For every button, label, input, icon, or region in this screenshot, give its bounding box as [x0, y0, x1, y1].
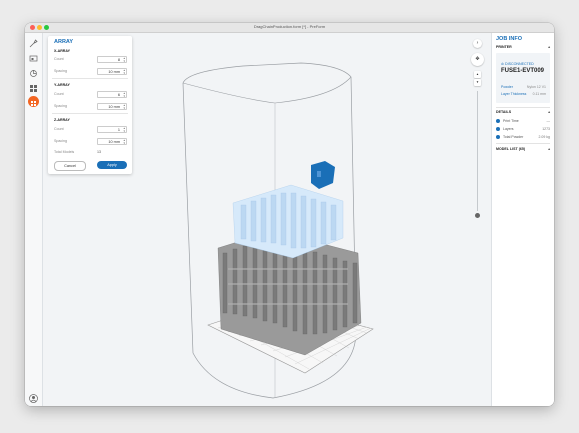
apply-button[interactable]: Apply: [97, 161, 127, 169]
powder-label: Powder: [501, 85, 513, 89]
layer-slider-track[interactable]: [477, 91, 478, 211]
total-powder-label: Total Powder: [503, 135, 524, 139]
divider: [52, 78, 128, 79]
layers-icon: [496, 127, 500, 132]
z-spacing-label: Spacing: [54, 139, 67, 143]
z-count-stepper[interactable]: ▴ ▾: [123, 127, 125, 133]
array-icon[interactable]: [28, 96, 39, 107]
x-spacing-value: 10 mm: [108, 70, 120, 74]
job-info-sidebar: JOB INFO PRINTER ▴ ⊘ DISCONNECTED FUSE1-…: [491, 33, 554, 406]
layers-value: 1273: [542, 127, 550, 131]
clock-icon: [496, 119, 500, 124]
z-count-input[interactable]: 1 ▴ ▾: [97, 126, 127, 133]
y-count-input[interactable]: 6 ▴ ▾: [97, 91, 127, 98]
total-models-value: 13: [97, 150, 101, 154]
z-spacing-stepper[interactable]: ▴ ▾: [123, 139, 125, 145]
view-cube-icon[interactable]: ✥: [471, 53, 484, 66]
title-bar: DragChainProduction.form [*] - PreForm: [25, 23, 554, 33]
array-panel-title: ARRAY: [54, 39, 74, 45]
print-time-row: Print Time —: [496, 119, 551, 124]
x-spacing-input[interactable]: 10 mm ▴ ▾: [97, 68, 127, 75]
x-count-label: Count: [54, 57, 64, 61]
user-icon[interactable]: [28, 391, 39, 403]
layer-thickness-value: 0.11 mm: [532, 92, 546, 96]
selected-model: [311, 161, 335, 189]
z-count-label: Count: [54, 127, 64, 131]
print-time-label: Print Time: [503, 119, 519, 123]
layers-row: Layers 1273: [496, 127, 550, 132]
printer-section-header[interactable]: PRINTER ▴: [496, 45, 550, 49]
y-spacing-value: 10 mm: [108, 105, 120, 109]
details-section-header[interactable]: DETAILS ▴: [496, 110, 550, 114]
y-spacing-stepper[interactable]: ▴ ▾: [123, 104, 125, 110]
x-spacing-stepper[interactable]: ▴ ▾: [123, 69, 125, 75]
y-spacing-label: Spacing: [54, 104, 67, 108]
total-powder-row: Total Powder 2.09 kg: [496, 135, 550, 140]
model-list-section-header[interactable]: MODEL LIST (65) ▴: [496, 147, 550, 151]
layer-slider-handle[interactable]: [475, 213, 480, 218]
y-count-label: Count: [54, 92, 64, 96]
x-array-header: X-ARRAY: [54, 49, 71, 53]
print-time-value: —: [546, 119, 551, 123]
printer-card[interactable]: ⊘ DISCONNECTED FUSE1-EVT009 Powder Nylon…: [496, 53, 550, 103]
zoom-in-button[interactable]: ▲: [474, 71, 481, 78]
model-list-header-label: MODEL LIST (65): [496, 147, 526, 151]
app-window: DragChainProduction.form [*] - PreForm A…: [25, 23, 554, 406]
powder-row: Powder Nylon 12 V1: [501, 85, 546, 89]
layer-thickness-label: Layer Thickness: [501, 92, 527, 96]
x-count-value: 8: [117, 58, 120, 62]
chevron-up-icon: ▴: [548, 147, 550, 151]
window-title: DragChainProduction.form [*] - PreForm: [253, 24, 326, 29]
divider: [496, 143, 550, 144]
layers-label: Layers: [503, 127, 514, 131]
x-count-stepper[interactable]: ▴ ▾: [123, 57, 125, 63]
chevron-up-icon: ▴: [548, 110, 550, 114]
total-powder-value: 2.09 kg: [538, 135, 550, 139]
status-text: DISCONNECTED: [505, 62, 534, 66]
grid-icon[interactable]: [28, 81, 39, 92]
disconnected-status: ⊘ DISCONNECTED: [501, 62, 534, 66]
y-count-value: 6: [117, 93, 120, 97]
chevron-up-icon: ▴: [548, 45, 550, 49]
3d-viewport[interactable]: ARRAY X-ARRAY Count 8 ▴ ▾ Spacing 10 mm ▴…: [43, 33, 492, 406]
layer-thickness-row: Layer Thickness 0.11 mm: [501, 92, 546, 96]
y-count-stepper[interactable]: ▴ ▾: [123, 92, 125, 98]
divider: [52, 113, 128, 114]
print-layout-icon[interactable]: [28, 51, 39, 62]
cancel-button[interactable]: Cancel: [54, 161, 86, 171]
z-spacing-input[interactable]: 10 mm ▴ ▾: [97, 138, 127, 145]
y-spacing-input[interactable]: 10 mm ▴ ▾: [97, 103, 127, 110]
array-panel: ARRAY X-ARRAY Count 8 ▴ ▾ Spacing 10 mm ▴…: [48, 36, 132, 174]
powder-value: Nylon 12 V1: [526, 85, 546, 89]
powder-icon: [496, 135, 500, 140]
orient-icon[interactable]: [28, 66, 39, 77]
x-count-input[interactable]: 8 ▴ ▾: [97, 56, 127, 63]
zoom-out-button[interactable]: ▼: [474, 79, 481, 86]
y-array-header: Y-ARRAY: [54, 83, 70, 87]
chevron-right-icon[interactable]: ›: [473, 39, 482, 48]
printer-name: FUSE1-EVT009: [501, 68, 545, 74]
z-array-header: Z-ARRAY: [54, 118, 70, 122]
printer-header-label: PRINTER: [496, 45, 512, 49]
z-spacing-value: 10 mm: [108, 140, 120, 144]
divider: [496, 107, 550, 108]
wrench-icon[interactable]: [28, 36, 39, 48]
details-header-label: DETAILS: [496, 110, 512, 114]
z-count-value: 1: [117, 128, 120, 132]
job-info-title: JOB INFO: [496, 36, 522, 42]
total-models-label: Total Models: [54, 150, 75, 154]
x-spacing-label: Spacing: [54, 69, 67, 73]
left-toolbar: [25, 33, 43, 406]
